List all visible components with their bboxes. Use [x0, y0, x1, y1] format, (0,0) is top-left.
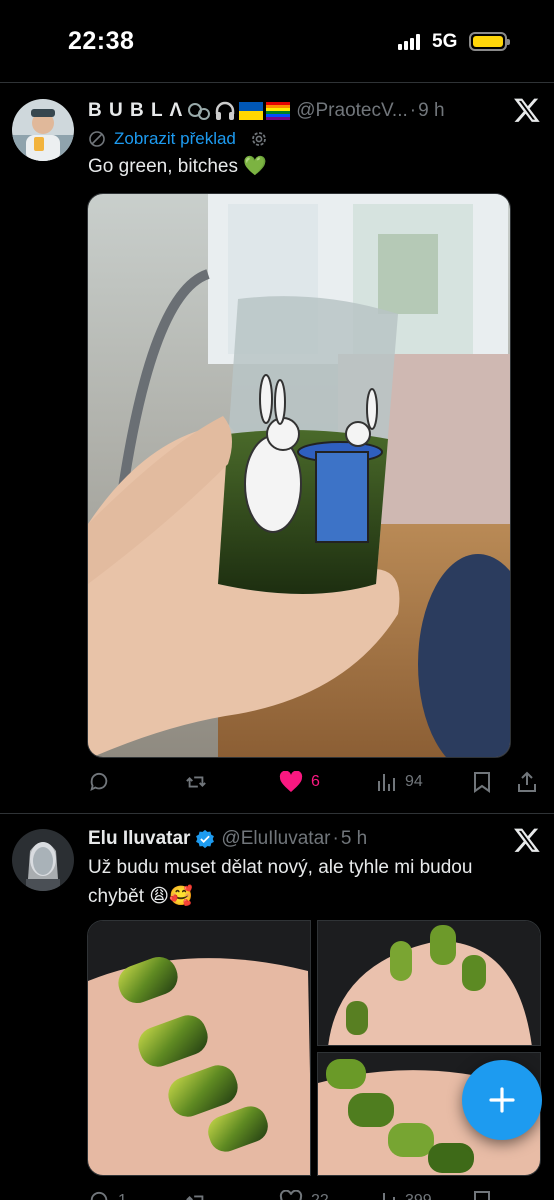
heart-icon: [279, 1190, 303, 1200]
gear-icon[interactable]: [248, 128, 270, 150]
x-logo-icon[interactable]: [513, 96, 541, 124]
reply-count: 1: [118, 1192, 127, 1200]
compose-button[interactable]: [462, 1060, 542, 1140]
rainbow-flag-icon: [266, 102, 291, 120]
tweet-header: B U B L Λ @PraotecV... · 9 h: [88, 96, 445, 126]
repost-button[interactable]: [184, 767, 216, 797]
reply-button[interactable]: [88, 767, 118, 797]
tweet-actions: 6 94: [88, 767, 538, 797]
tweet-photo[interactable]: [317, 920, 541, 1046]
handle[interactable]: @PraotecV...: [296, 100, 408, 122]
tweet-photo[interactable]: [87, 193, 511, 758]
headphones-icon: [215, 101, 235, 120]
views-icon: [378, 774, 395, 791]
status-time: 22:38: [68, 27, 135, 55]
divider: [0, 813, 554, 814]
like-count: 6: [311, 773, 320, 790]
display-name[interactable]: Elu Iluvatar: [88, 828, 190, 850]
display-name[interactable]: B U B L Λ: [88, 100, 183, 122]
avatar[interactable]: [12, 829, 74, 891]
tweet-actions: 1 22 399: [88, 1186, 538, 1200]
network-label: 5G: [432, 31, 458, 52]
emoji-decorations: [187, 100, 291, 122]
reply-icon: [90, 1191, 108, 1200]
views-button[interactable]: 399: [377, 1186, 432, 1200]
timestamp[interactable]: 9 h: [418, 100, 444, 122]
verified-badge-icon: [196, 829, 215, 849]
signal-icon: [398, 34, 424, 50]
avatar[interactable]: [12, 99, 74, 161]
tweet-photo[interactable]: [87, 920, 311, 1176]
divider: [0, 82, 554, 83]
plus-icon: [489, 1087, 515, 1113]
share-button[interactable]: [516, 767, 538, 797]
separator: ·: [332, 828, 339, 849]
tweet-header: Elu Iluvatar @EluIluvatar · 5 h: [88, 824, 367, 854]
rings-icon: [188, 103, 211, 120]
repost-button[interactable]: [184, 1186, 216, 1200]
translate-label[interactable]: Zobrazit překlad: [114, 129, 236, 149]
battery-icon: [469, 32, 510, 51]
heart-filled-icon: [279, 771, 303, 792]
share-icon: [518, 771, 536, 792]
status-bar: 22:38 5G: [0, 0, 554, 82]
like-count: 22: [311, 1192, 329, 1200]
bookmark-button[interactable]: [472, 1186, 492, 1200]
views-button[interactable]: 94: [377, 767, 423, 797]
repost-icon: [186, 776, 206, 788]
translate-icon: [89, 131, 105, 147]
timestamp[interactable]: 5 h: [341, 828, 367, 850]
handle[interactable]: @EluIluvatar: [221, 828, 330, 850]
like-button[interactable]: 22: [279, 1186, 329, 1200]
bookmark-icon: [474, 772, 490, 793]
reply-icon: [90, 772, 108, 792]
reply-button[interactable]: 1: [88, 1186, 127, 1200]
bookmark-button[interactable]: [472, 767, 492, 797]
ukraine-flag-icon: [239, 102, 264, 120]
bookmark-icon: [474, 1191, 490, 1200]
like-button[interactable]: 6: [279, 767, 320, 797]
tweet-text-line1: Už budu muset dělat nový, ale tyhle mi b…: [88, 857, 473, 878]
tweet-text-line2: chybět 😩🥰: [88, 886, 193, 907]
x-logo-icon[interactable]: [513, 826, 541, 854]
view-count: 399: [405, 1192, 432, 1200]
separator: ·: [409, 100, 417, 121]
tweet-text: Go green, bitches 💚: [88, 156, 267, 177]
views-icon: [378, 1193, 395, 1200]
repost-icon: [186, 1195, 204, 1200]
view-count: 94: [405, 773, 423, 790]
translate-link[interactable]: Zobrazit překlad: [88, 128, 270, 150]
